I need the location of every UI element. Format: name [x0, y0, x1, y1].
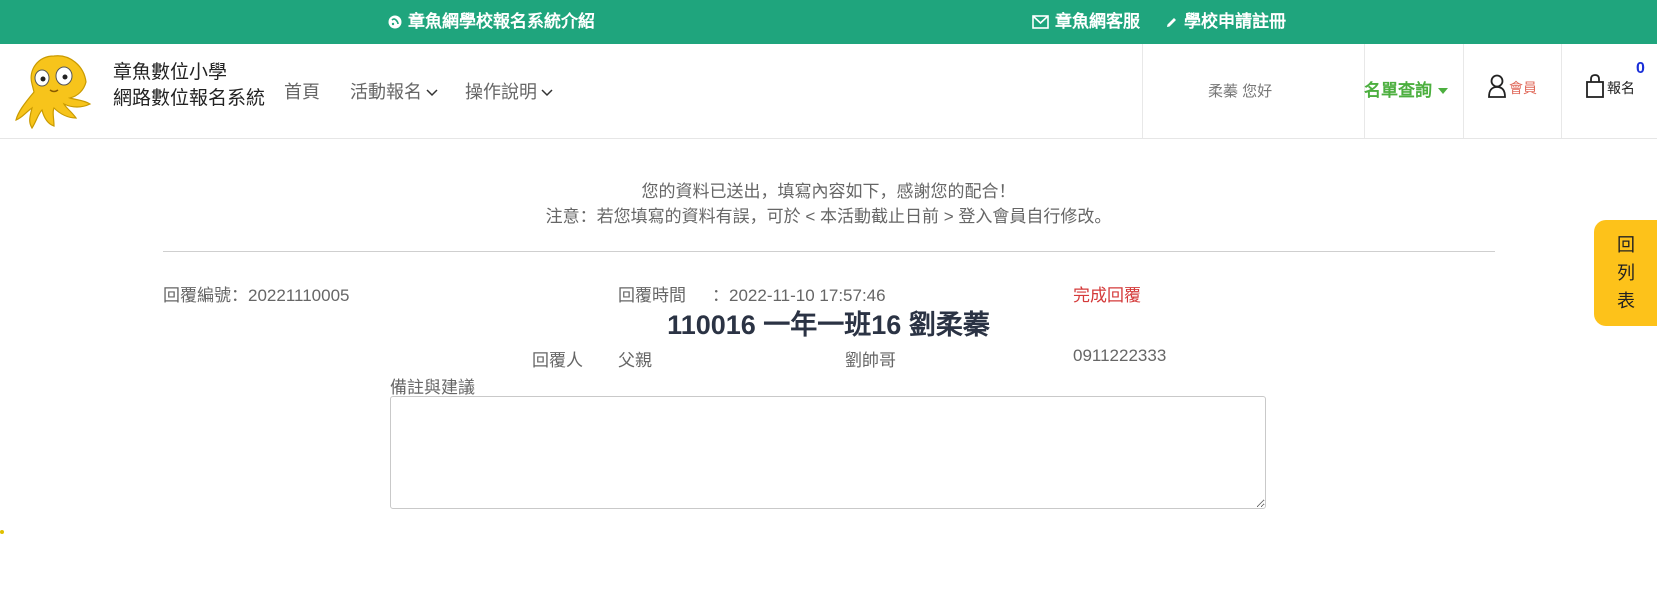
remarks-label: 備註與建議 [390, 378, 475, 397]
nav-activity-label: 活動報名 [350, 82, 422, 102]
caret-down-icon [1438, 79, 1448, 99]
nav-guide-label: 操作說明 [465, 82, 537, 102]
edit-notice: 注意：若您填寫的資料有誤，可於 < 本活動截止日前 > 登入會員自行修改。 [545, 207, 1112, 226]
header-divider [1561, 44, 1562, 138]
globe-icon [388, 15, 402, 29]
decorative-dot [0, 530, 4, 534]
user-greeting: 柔蓁 您好 [1208, 83, 1273, 100]
signup-cart-link[interactable]: 報名 [1585, 74, 1635, 101]
list-query-dropdown[interactable]: 名單查詢 [1364, 76, 1448, 101]
member-label: 會員 [1509, 79, 1537, 96]
header-divider [1142, 44, 1143, 138]
member-link[interactable]: 會員 [1487, 74, 1537, 101]
top-bar: 章魚網學校報名系統介紹 章魚網客服 學校申請註冊 [0, 0, 1657, 44]
pencil-icon [1165, 16, 1178, 29]
system-intro-link[interactable]: 章魚網學校報名系統介紹 [388, 0, 595, 44]
cart-count-badge: 0 [1636, 60, 1645, 77]
envelope-icon [1032, 15, 1049, 29]
brand-line-2: 網路數位報名系統 [113, 88, 266, 109]
nav-activity[interactable]: 活動報名 [350, 78, 438, 104]
school-register-label: 學校申請註冊 [1184, 12, 1286, 31]
replier-label: 回覆人 [532, 351, 583, 370]
customer-service-link[interactable]: 章魚網客服 [1032, 0, 1140, 44]
octopus-logo[interactable] [14, 52, 100, 132]
nav-home-label: 首頁 [284, 82, 320, 102]
brand-line-1: 章魚數位小學 [113, 62, 228, 83]
submit-notice: 您的資料已送出，填寫內容如下，感謝您的配合！ [641, 182, 1016, 201]
remarks-textarea[interactable] [390, 396, 1266, 509]
user-icon [1487, 74, 1507, 101]
chevron-down-icon [426, 81, 438, 102]
replier-name: 劉帥哥 [845, 351, 896, 370]
site-header: 章魚數位小學 網路數位報名系統 首頁 活動報名 操作說明 柔蓁 您好 名單查詢 … [0, 44, 1657, 139]
cart-label: 報名 [1607, 79, 1635, 96]
list-query-label: 名單查詢 [1364, 81, 1432, 100]
back-to-list-char-2: 列 [1617, 263, 1635, 283]
back-to-list-char-1: 回 [1617, 235, 1635, 255]
chevron-down-icon [541, 81, 553, 102]
site-brand[interactable]: 章魚數位小學 網路數位報名系統 [113, 60, 265, 112]
divider [163, 251, 1495, 252]
header-divider [1463, 44, 1464, 138]
back-to-list-button[interactable]: 回 列 表 [1594, 220, 1657, 326]
back-to-list-char-3: 表 [1617, 291, 1635, 311]
replier-relation: 父親 [618, 351, 652, 370]
replier-phone: 0911222333 [1073, 346, 1167, 365]
nav-home[interactable]: 首頁 [284, 78, 320, 104]
system-intro-label: 章魚網學校報名系統介紹 [408, 12, 595, 31]
shopping-bag-icon [1585, 74, 1605, 101]
school-register-link[interactable]: 學校申請註冊 [1165, 0, 1286, 44]
nav-guide[interactable]: 操作說明 [465, 78, 553, 104]
student-title: 110016 一年一班16 劉柔蓁 [667, 310, 990, 340]
customer-service-label: 章魚網客服 [1055, 12, 1140, 31]
